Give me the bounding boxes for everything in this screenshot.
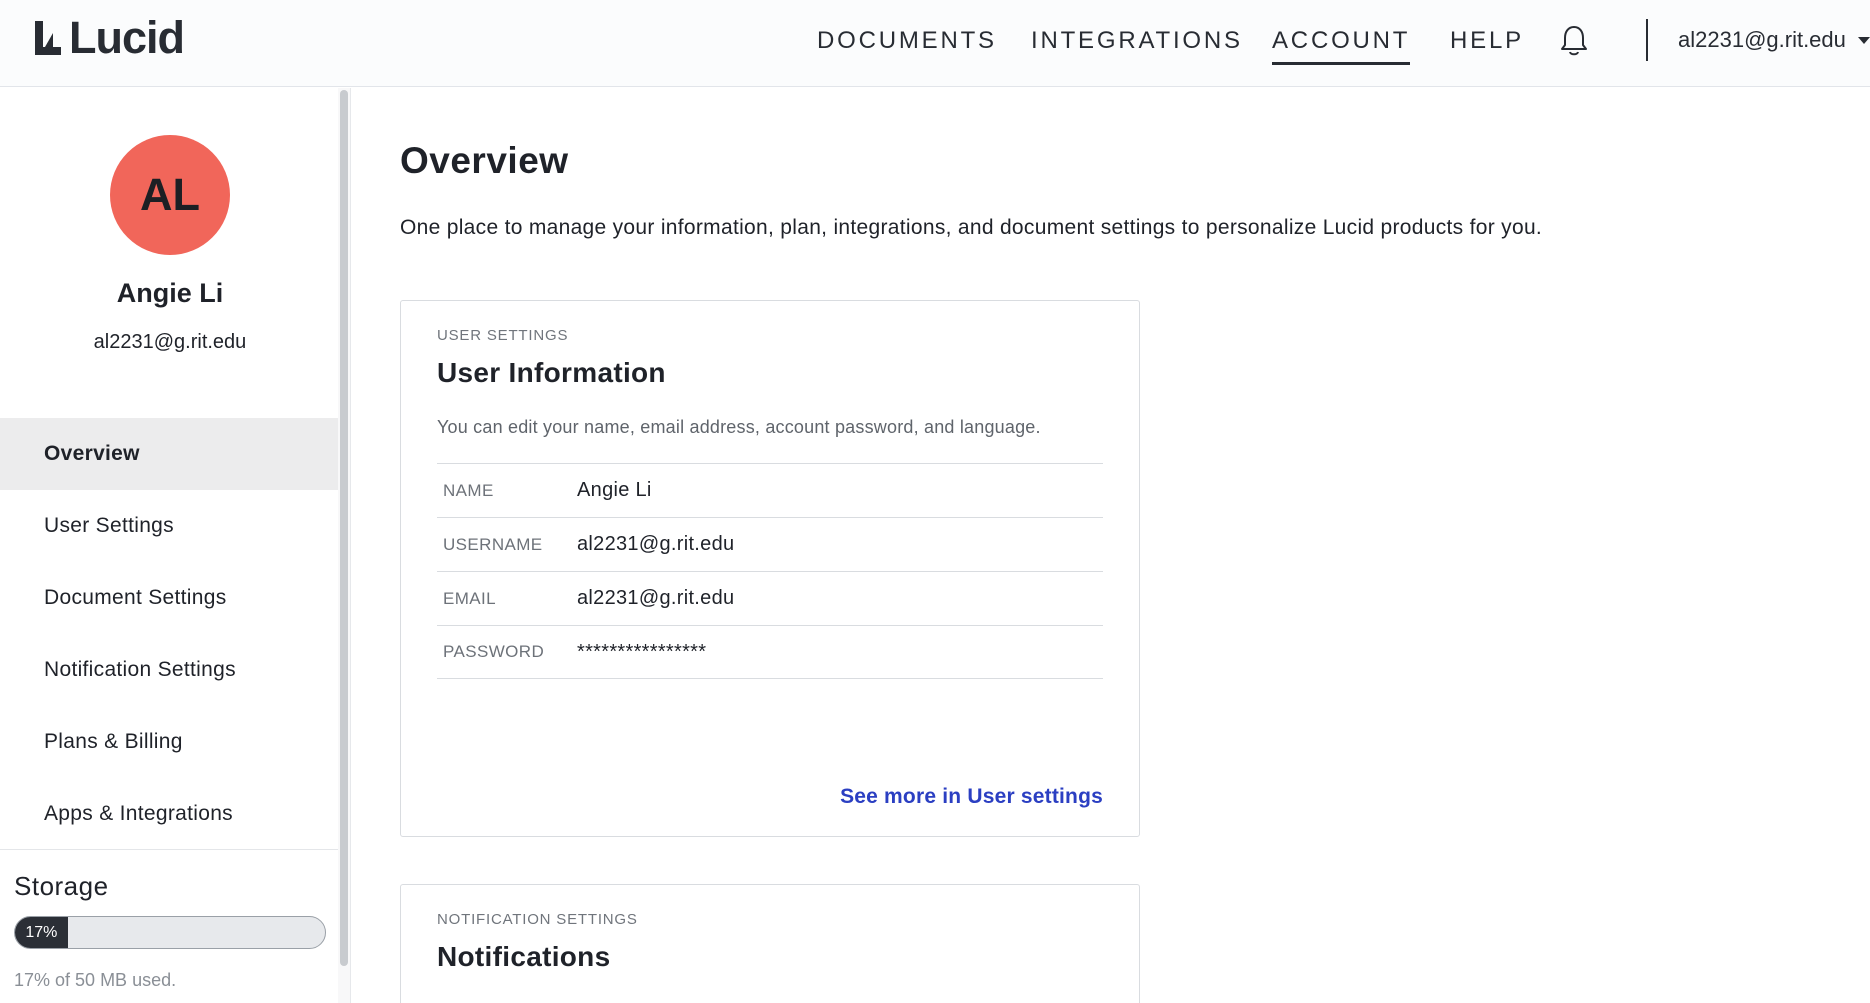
row-label-name: NAME [443, 480, 494, 500]
sidebar-item-document-settings[interactable]: Document Settings [0, 562, 340, 634]
nav-integrations[interactable]: INTEGRATIONS [1031, 26, 1243, 56]
row-value-email: al2231@g.rit.edu [577, 587, 735, 609]
page-title: Overview [400, 140, 569, 181]
table-row: USERNAME al2231@g.rit.edu [437, 517, 1103, 571]
row-label-username: USERNAME [443, 534, 543, 554]
sidebar-item-notification-settings[interactable]: Notification Settings [0, 634, 340, 706]
nav-documents[interactable]: DOCUMENTS [817, 26, 997, 56]
sidebar-nav: Overview User Settings Document Settings… [0, 418, 340, 850]
nav-account[interactable]: ACCOUNT [1272, 26, 1411, 65]
sidebar-item-overview[interactable]: Overview [0, 418, 340, 490]
sidebar-divider [350, 88, 351, 1003]
card-title: User Information [437, 357, 666, 388]
notifications-card: NOTIFICATION SETTINGS Notifications [400, 884, 1140, 1003]
row-label-email: EMAIL [443, 588, 497, 608]
table-row: PASSWORD **************** [437, 625, 1103, 679]
profile-email: al2231@g.rit.edu [93, 331, 247, 353]
sidebar-item-plans-billing[interactable]: Plans & Billing [0, 706, 340, 778]
storage-progress-bar: 17% [14, 916, 326, 949]
row-value-password: **************** [577, 640, 707, 663]
card-description: You can edit your name, email address, a… [437, 417, 1041, 437]
storage-caption: 17% of 50 MB used. [14, 970, 177, 990]
top-header: Lucid DOCUMENTS INTEGRATIONS ACCOUNT HEL… [0, 0, 1870, 87]
row-value-name: Angie Li [577, 479, 652, 501]
sidebar-item-apps-integrations[interactable]: Apps & Integrations [0, 778, 340, 850]
page-description: One place to manage your information, pl… [400, 216, 1543, 239]
user-information-card: USER SETTINGS User Information You can e… [400, 300, 1140, 837]
row-label-password: PASSWORD [443, 642, 545, 661]
card-title: Notifications [437, 941, 611, 972]
user-account-menu[interactable]: al2231@g.rit.edu [1678, 27, 1870, 53]
profile-name: Angie Li [116, 278, 224, 308]
nav-help[interactable]: HELP [1450, 26, 1524, 56]
user-menu-email: al2231@g.rit.edu [1678, 27, 1846, 52]
lucid-logo[interactable]: Lucid [33, 12, 185, 63]
header-divider [1646, 19, 1648, 61]
sidebar-item-user-settings[interactable]: User Settings [0, 490, 340, 562]
see-more-user-settings-link[interactable]: See more in User settings [840, 785, 1103, 809]
storage-divider [0, 849, 340, 850]
bell-icon[interactable] [1559, 24, 1589, 58]
lucid-logo-icon [35, 21, 61, 55]
avatar: AL [110, 135, 230, 255]
card-eyebrow: NOTIFICATION SETTINGS [437, 911, 638, 928]
storage-progress-fill: 17% [15, 917, 68, 948]
storage-percent-label: 17% [25, 923, 58, 941]
logo-text: Lucid [69, 12, 185, 63]
table-row: EMAIL al2231@g.rit.edu [437, 571, 1103, 625]
account-sidebar: AL Angie Li al2231@g.rit.edu Overview Us… [0, 88, 350, 1003]
row-value-username: al2231@g.rit.edu [577, 533, 735, 555]
table-row: NAME Angie Li [437, 463, 1103, 517]
card-eyebrow: USER SETTINGS [437, 327, 569, 344]
caret-down-icon [1857, 36, 1870, 44]
sidebar-scrollbar-thumb[interactable] [340, 90, 348, 966]
user-info-table: NAME Angie Li USERNAME al2231@g.rit.edu … [437, 463, 1103, 679]
storage-title: Storage [14, 871, 109, 901]
